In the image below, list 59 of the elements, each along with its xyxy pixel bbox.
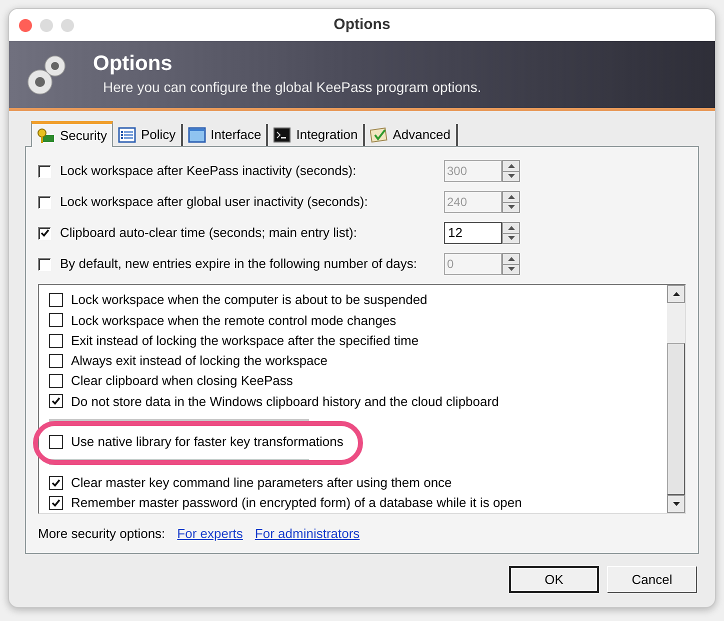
down-arrow-icon [508, 205, 514, 210]
option-label: Clear master key command line parameters after using them once [71, 474, 452, 492]
tab[interactable]: Security [31, 121, 113, 147]
down-arrow-icon [508, 174, 514, 178]
scroll-down-button[interactable] [667, 495, 685, 513]
more-options-label: More security options: [38, 525, 166, 543]
checkbox[interactable] [49, 293, 63, 308]
link[interactable]: For administrators [254, 524, 360, 544]
option-label: Clear clipboard when closing KeePass [71, 372, 293, 390]
setting-label: Lock workspace after global user inactivity (seconds): [60, 193, 369, 212]
link[interactable]: For experts [177, 524, 243, 544]
option-label: Lock workspace when the computer is about to be suspended [71, 291, 428, 310]
option-label: Remember master password (in encrypted form) of a database while it is open [71, 494, 522, 512]
scrollbar[interactable] [667, 285, 685, 513]
option-label: Exit instead of locking the workspace after the specified time [71, 332, 419, 350]
spin-buttons[interactable] [502, 222, 520, 244]
window-icon [188, 127, 206, 143]
setting-label: Clipboard auto-clear time (seconds; main entry list): [60, 224, 358, 242]
checkbox[interactable] [49, 476, 63, 490]
down-arrow-icon [508, 236, 514, 240]
option-label: Do not store data in the Windows clipboard history and the cloud clipboard [71, 392, 499, 411]
spin-buttons[interactable] [502, 253, 520, 275]
checkbox[interactable] [49, 313, 63, 328]
spin-buttons[interactable] [502, 191, 520, 213]
console-icon [273, 127, 292, 143]
checkbox[interactable] [49, 434, 63, 449]
checkbox[interactable] [49, 374, 63, 388]
checklist-icon [370, 127, 388, 143]
up-arrow-icon [508, 226, 514, 230]
checkbox[interactable] [49, 496, 63, 510]
scroll-thumb[interactable] [667, 343, 685, 495]
checkbox[interactable] [49, 394, 63, 408]
up-arrow-icon [508, 256, 514, 261]
tab[interactable]: Advanced [364, 124, 458, 146]
dialog-button[interactable]: OK [509, 566, 599, 593]
close-button[interactable] [19, 18, 32, 32]
checkbox[interactable] [49, 354, 63, 368]
option-label: Always exit instead of locking the workspace [71, 352, 328, 370]
list-icon [118, 127, 136, 143]
setting-label: Lock workspace after KeePass inactivity (seconds): [60, 162, 358, 180]
scroll-up-button[interactable] [667, 285, 685, 303]
down-arrow-icon [672, 502, 680, 506]
checkbox[interactable] [49, 334, 63, 348]
key-icon [37, 128, 55, 144]
dialog-button[interactable]: Cancel [607, 566, 697, 593]
option-label: Lock workspace when the remote control mode changes [71, 312, 396, 330]
number-field[interactable]: 12 [444, 222, 502, 244]
tab[interactable]: Interface [182, 124, 268, 146]
up-arrow-icon [672, 292, 680, 296]
spin-buttons[interactable] [502, 160, 520, 182]
down-arrow-icon [508, 267, 514, 272]
up-arrow-icon [508, 194, 514, 199]
up-arrow-icon [508, 164, 514, 168]
checkbox[interactable] [38, 226, 51, 240]
window-title: Options [334, 14, 390, 35]
setting-label: By default, new entries expire in the following number of days: [60, 255, 418, 274]
banner-title: Options [93, 50, 174, 77]
banner-subtitle: Here you can configure the global KeePass program options. [102, 78, 482, 98]
option-label: Use native library for faster key transformations [71, 433, 344, 452]
